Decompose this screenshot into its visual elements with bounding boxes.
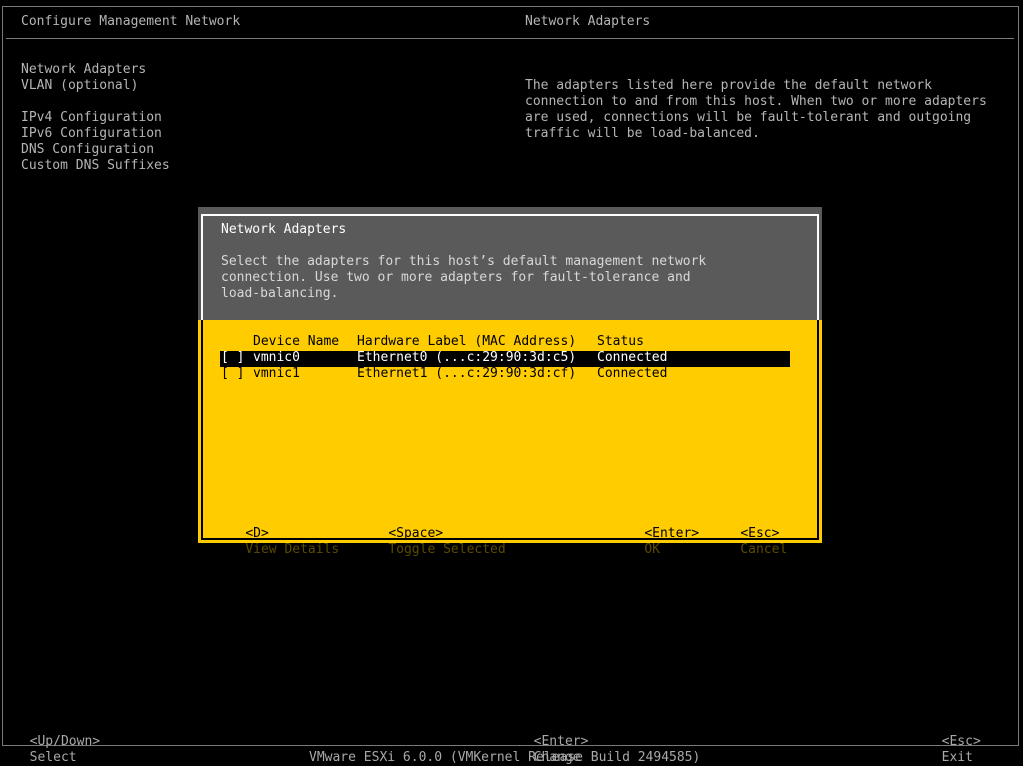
network-adapters-dialog: Network Adapters Select the adapters for… (198, 207, 822, 557)
row-status[interactable]: Connected (597, 366, 667, 382)
change-key: <Enter> (533, 734, 589, 749)
description-line: traffic will be load-balanced. (525, 126, 760, 141)
ok-label: OK (644, 542, 660, 557)
toggle-label: Toggle Selected (388, 542, 506, 557)
select-hint: <Up/Down> Select (14, 718, 100, 766)
row-hardware[interactable]: Ethernet0 (...c:29:90:3d:c5) (357, 350, 576, 366)
menu-item-ipv6[interactable]: IPv6 Configuration (21, 126, 162, 142)
select-key: <Up/Down> (29, 734, 101, 749)
menu-item-vlan[interactable]: VLAN (optional) (21, 78, 138, 94)
toggle-key: <Space> (388, 526, 444, 541)
description-line: are used, connections will be fault-tole… (525, 110, 972, 125)
ok-action[interactable]: <Enter> OK (613, 510, 699, 574)
section-title: Network Adapters (525, 14, 651, 29)
exit-label: Exit (941, 750, 973, 765)
view-details-action[interactable]: <D> View Details (214, 510, 339, 574)
menu-item-dns-suffixes[interactable]: Custom DNS Suffixes (21, 158, 170, 174)
row-checkbox[interactable]: [ ] (221, 366, 244, 382)
cancel-action[interactable]: <Esc> Cancel (709, 510, 787, 574)
row-checkbox[interactable]: [ ] (221, 350, 244, 366)
row-device[interactable]: vmnic0 (253, 350, 300, 366)
select-label: Select (29, 750, 77, 765)
dialog-desc-line: Select the adapters for this host’s defa… (221, 254, 707, 269)
dialog-desc-line: connection. Use two or more adapters for… (221, 270, 691, 285)
header-divider (6, 38, 1014, 39)
dialog-desc-line: load-balancing. (221, 286, 339, 301)
version-status: VMware ESXi 6.0.0 (VMKernel Release Buil… (309, 750, 701, 765)
dialog-title: Network Adapters (221, 222, 347, 237)
menu-item-dns[interactable]: DNS Configuration (21, 142, 154, 158)
menu-item-network-adapters[interactable]: Network Adapters (21, 62, 146, 78)
page-title: Configure Management Network (21, 14, 241, 29)
column-header-status: Status (597, 334, 644, 349)
cancel-label: Cancel (740, 542, 788, 557)
row-status[interactable]: Connected (597, 350, 667, 366)
toggle-selected-action[interactable]: <Space> Toggle Selected (357, 510, 506, 574)
exit-hint: <Esc> Exit (926, 718, 981, 766)
row-hardware[interactable]: Ethernet1 (...c:29:90:3d:cf) (357, 366, 576, 382)
column-header-device: Device Name (253, 334, 340, 349)
exit-key: <Esc> (941, 734, 981, 749)
details-label: View Details (245, 542, 340, 557)
description-line: connection to and from this host. When t… (525, 94, 987, 109)
row-device[interactable]: vmnic1 (253, 366, 300, 382)
description-line: The adapters listed here provide the def… (525, 78, 932, 93)
menu-item-ipv4[interactable]: IPv4 Configuration (21, 110, 162, 126)
cancel-key: <Esc> (740, 526, 780, 541)
column-header-hardware: Hardware Label (MAC Address) (357, 334, 577, 349)
ok-key: <Enter> (644, 526, 700, 541)
details-key: <D> (245, 526, 269, 541)
